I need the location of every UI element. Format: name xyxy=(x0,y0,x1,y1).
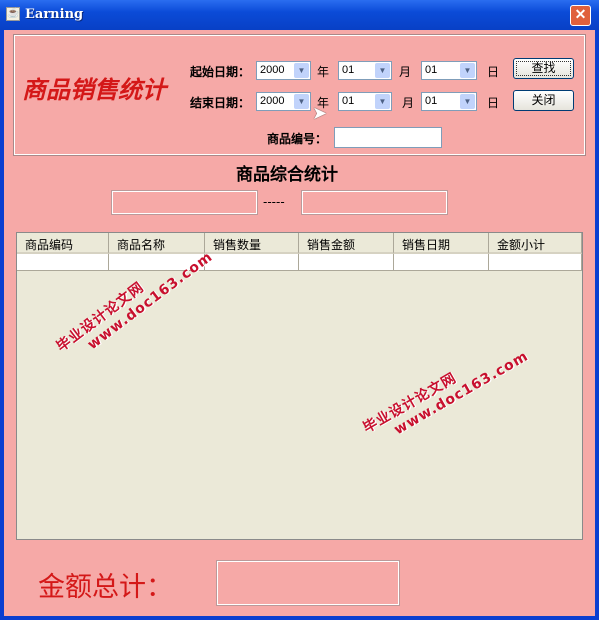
product-code-input[interactable] xyxy=(334,127,442,148)
close-window-button[interactable]: ✕ xyxy=(570,5,591,26)
table-cell[interactable] xyxy=(489,254,582,271)
page-title: 商品销售统计 xyxy=(22,75,166,104)
end-month-select[interactable]: 01 ▼ xyxy=(338,92,392,111)
start-month-value: 01 xyxy=(342,64,355,76)
close-button[interactable]: 关闭 xyxy=(513,90,574,111)
summary-from-field[interactable] xyxy=(111,190,258,215)
start-day-value: 01 xyxy=(425,64,438,76)
end-year-select[interactable]: 2000 ▼ xyxy=(256,92,311,111)
product-code-label: 商品编号： xyxy=(267,132,328,146)
column-header[interactable]: 销售数量 xyxy=(205,233,299,254)
end-year-value: 2000 xyxy=(260,95,285,107)
column-header[interactable]: 销售日期 xyxy=(394,233,489,254)
column-header[interactable]: 金额小计 xyxy=(489,233,582,254)
day-unit: 日 xyxy=(487,96,500,110)
end-day-value: 01 xyxy=(425,95,438,107)
start-day-select[interactable]: 01 ▼ xyxy=(421,61,477,80)
search-button[interactable]: 查找 xyxy=(513,58,574,79)
summary-to-field[interactable] xyxy=(301,190,448,215)
table-cell[interactable] xyxy=(205,254,299,271)
chevron-down-icon[interactable]: ▼ xyxy=(375,63,390,78)
total-label: 金额总计： xyxy=(38,572,173,603)
end-month-value: 01 xyxy=(342,95,355,107)
start-date-label: 起始日期： xyxy=(190,65,251,79)
sales-table[interactable]: 商品编码 商品名称 销售数量 销售金额 销售日期 金额小计 xyxy=(16,232,583,540)
end-date-label: 结束日期： xyxy=(190,96,251,110)
total-amount-field[interactable] xyxy=(216,560,400,606)
java-app-icon: ☕ xyxy=(6,7,20,21)
column-header[interactable]: 销售金额 xyxy=(299,233,394,254)
chevron-down-icon[interactable]: ▼ xyxy=(294,94,309,109)
mouse-cursor-icon: ➤ xyxy=(312,103,328,124)
summary-separator: ----- xyxy=(263,195,285,209)
year-unit: 年 xyxy=(317,65,330,79)
chevron-down-icon[interactable]: ▼ xyxy=(460,63,475,78)
column-header[interactable]: 商品编码 xyxy=(17,233,109,254)
window-body: 商品销售统计 起始日期： 2000 ▼ 年 01 ▼ 月 01 ▼ 日 查找 结束日期… xyxy=(4,30,595,616)
chevron-down-icon[interactable]: ▼ xyxy=(294,63,309,78)
start-month-select[interactable]: 01 ▼ xyxy=(338,61,392,80)
end-day-select[interactable]: 01 ▼ xyxy=(421,92,477,111)
summary-title: 商品综合统计 xyxy=(236,165,338,185)
chevron-down-icon[interactable]: ▼ xyxy=(375,94,390,109)
table-cell[interactable] xyxy=(17,254,109,271)
day-unit: 日 xyxy=(487,65,500,79)
chevron-down-icon[interactable]: ▼ xyxy=(460,94,475,109)
month-unit: 月 xyxy=(402,96,415,110)
window-title: Earning xyxy=(25,7,84,22)
start-year-select[interactable]: 2000 ▼ xyxy=(256,61,311,80)
title-bar[interactable]: ☕ Earning ✕ xyxy=(0,0,599,30)
start-year-value: 2000 xyxy=(260,64,285,76)
table-cell[interactable] xyxy=(394,254,489,271)
month-unit: 月 xyxy=(399,65,412,79)
table-cell[interactable] xyxy=(299,254,394,271)
